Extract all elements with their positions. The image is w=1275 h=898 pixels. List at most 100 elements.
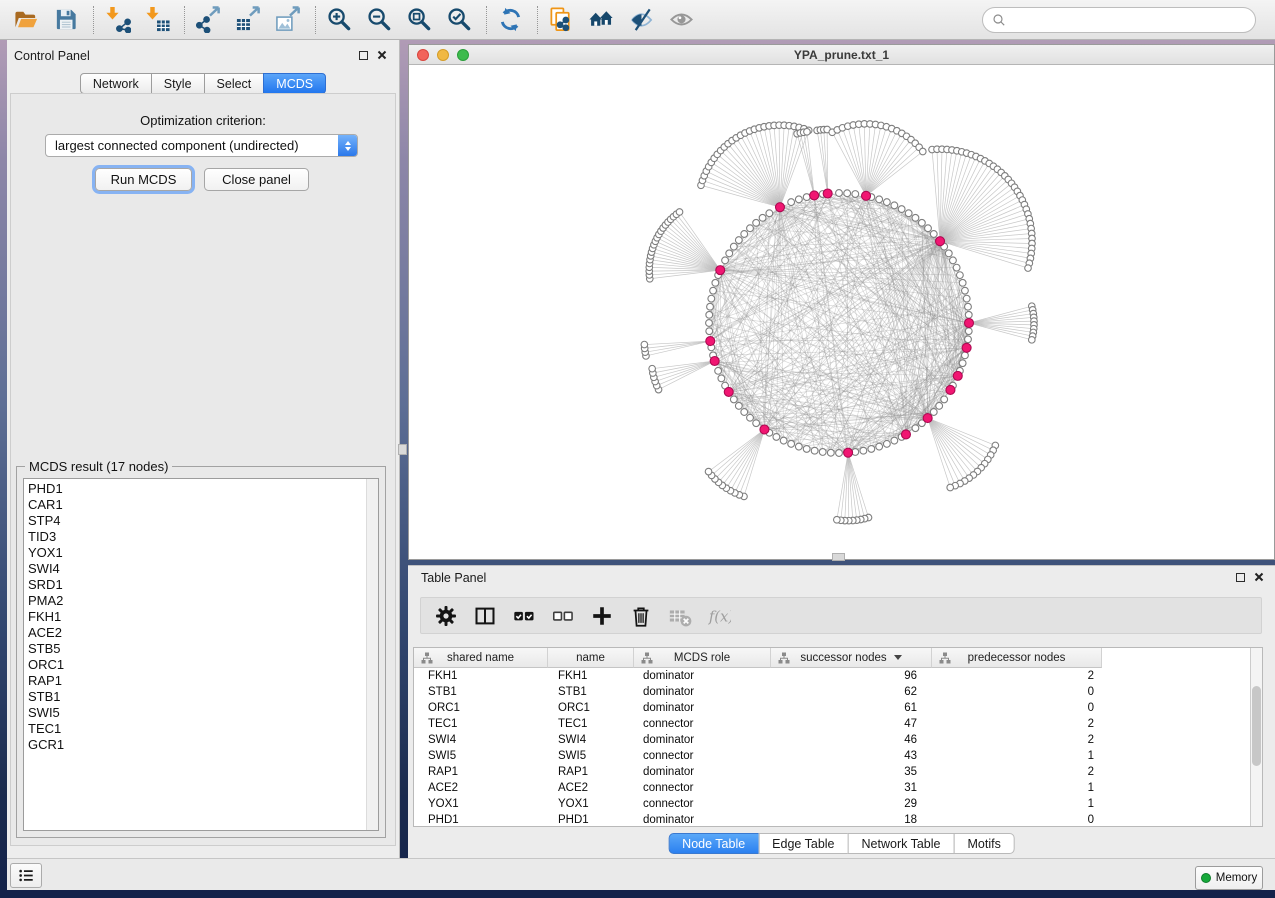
table-row[interactable]: ORC1ORC1dominator610 [414,700,1102,716]
mcds-node[interactable] [965,319,974,328]
network-node[interactable] [965,328,972,335]
float-panel-icon[interactable] [359,51,368,60]
import-network-icon[interactable] [104,6,131,33]
network-node[interactable] [753,420,760,427]
network-node[interactable] [715,367,722,374]
hide-graphics-icon[interactable] [628,6,655,33]
add-row-icon[interactable] [590,604,614,628]
zoom-in-icon[interactable] [326,6,353,33]
mcds-node[interactable] [844,448,853,457]
delete-row-icon[interactable] [629,604,653,628]
close-panel-icon[interactable] [377,50,387,60]
table-row[interactable]: RAP1RAP1dominator352 [414,764,1102,780]
table-scrollbar-thumb[interactable] [1252,686,1261,766]
table-row[interactable]: YOX1YOX1connector291 [414,796,1102,812]
leaf-node[interactable] [1028,337,1035,344]
network-node[interactable] [930,231,937,238]
network-node[interactable] [860,447,867,454]
mcds-node[interactable] [862,191,871,200]
network-node[interactable] [706,328,713,335]
mcds-node[interactable] [716,266,725,275]
network-node[interactable] [766,210,773,217]
leaf-node[interactable] [919,148,926,155]
mcds-result-item[interactable]: SWI4 [28,561,378,577]
mcds-result-item[interactable]: ACE2 [28,625,378,641]
memory-button[interactable]: Memory [1195,866,1263,890]
mcds-node[interactable] [823,189,832,198]
network-window-titlebar[interactable]: YPA_prune.txt_1 [409,45,1274,65]
save-session-icon[interactable] [53,6,80,33]
network-node[interactable] [819,449,826,456]
network-node[interactable] [844,190,851,197]
network-node[interactable] [876,196,883,203]
tab-mcds[interactable]: MCDS [263,73,326,94]
network-node[interactable] [898,206,905,213]
mcds-result-item[interactable]: STP4 [28,513,378,529]
network-node[interactable] [963,295,970,302]
mcds-node[interactable] [706,337,715,346]
network-node[interactable] [788,440,795,447]
close-panel-button[interactable]: Close panel [204,168,309,191]
network-node[interactable] [962,287,969,294]
column-header-name[interactable]: name [548,648,634,668]
network-node[interactable] [811,447,818,454]
mcds-result-item[interactable]: YOX1 [28,545,378,561]
leaf-node[interactable] [676,209,683,216]
network-node[interactable] [753,219,760,226]
mcds-result-item[interactable]: PHD1 [28,481,378,497]
show-graphics-icon[interactable] [668,6,695,33]
export-network-icon[interactable] [195,6,222,33]
network-node[interactable] [710,287,717,294]
import-table-icon[interactable] [144,6,171,33]
run-mcds-button[interactable]: Run MCDS [95,168,192,191]
network-canvas[interactable] [409,65,1274,559]
network-node[interactable] [891,437,898,444]
mcds-result-item[interactable]: GCR1 [28,737,378,753]
search-input[interactable] [1011,13,1255,27]
network-node[interactable] [827,449,834,456]
network-node[interactable] [718,375,725,382]
network-node[interactable] [803,446,810,453]
network-node[interactable] [836,190,843,197]
table-row[interactable]: PHD1PHD1dominator180 [414,812,1102,828]
network-node[interactable] [747,225,754,232]
zoom-out-icon[interactable] [366,6,393,33]
network-node[interactable] [788,199,795,206]
network-node[interactable] [883,199,890,206]
leaf-node[interactable] [705,468,712,475]
settings-gear-icon[interactable] [434,604,458,628]
column-header-successor-nodes[interactable]: successor nodes [771,648,932,668]
network-node[interactable] [706,311,713,318]
network-node[interactable] [912,214,919,221]
network-node[interactable] [905,210,912,217]
network-node[interactable] [759,214,766,221]
network-node[interactable] [868,446,875,453]
zoom-fit-icon[interactable] [406,6,433,33]
network-node[interactable] [930,409,937,416]
close-table-panel-icon[interactable] [1254,572,1264,582]
mcds-node[interactable] [775,203,784,212]
network-node[interactable] [730,396,737,403]
network-node[interactable] [883,440,890,447]
column-header-MCDS-role[interactable]: MCDS role [634,648,771,668]
zoom-selected-icon[interactable] [446,6,473,33]
split-panel-icon[interactable] [473,604,497,628]
network-node[interactable] [735,237,742,244]
tab-motifs[interactable]: Motifs [953,833,1014,854]
mcds-node[interactable] [724,387,733,396]
network-node[interactable] [795,196,802,203]
mcds-result-item[interactable]: STB1 [28,689,378,705]
tab-network-table[interactable]: Network Table [848,833,955,854]
mcds-node[interactable] [923,414,932,423]
network-node[interactable] [965,311,972,318]
mcds-result-scrollbar[interactable] [366,479,378,830]
mcds-node[interactable] [810,191,819,200]
export-image-icon[interactable] [275,6,302,33]
network-graph[interactable] [409,65,1274,559]
mcds-result-item[interactable]: RAP1 [28,673,378,689]
mcds-result-item[interactable]: STB5 [28,641,378,657]
network-node[interactable] [741,231,748,238]
leaf-node[interactable] [1025,265,1032,272]
table-row[interactable]: TEC1TEC1connector472 [414,716,1102,732]
mcds-result-item[interactable]: ORC1 [28,657,378,673]
